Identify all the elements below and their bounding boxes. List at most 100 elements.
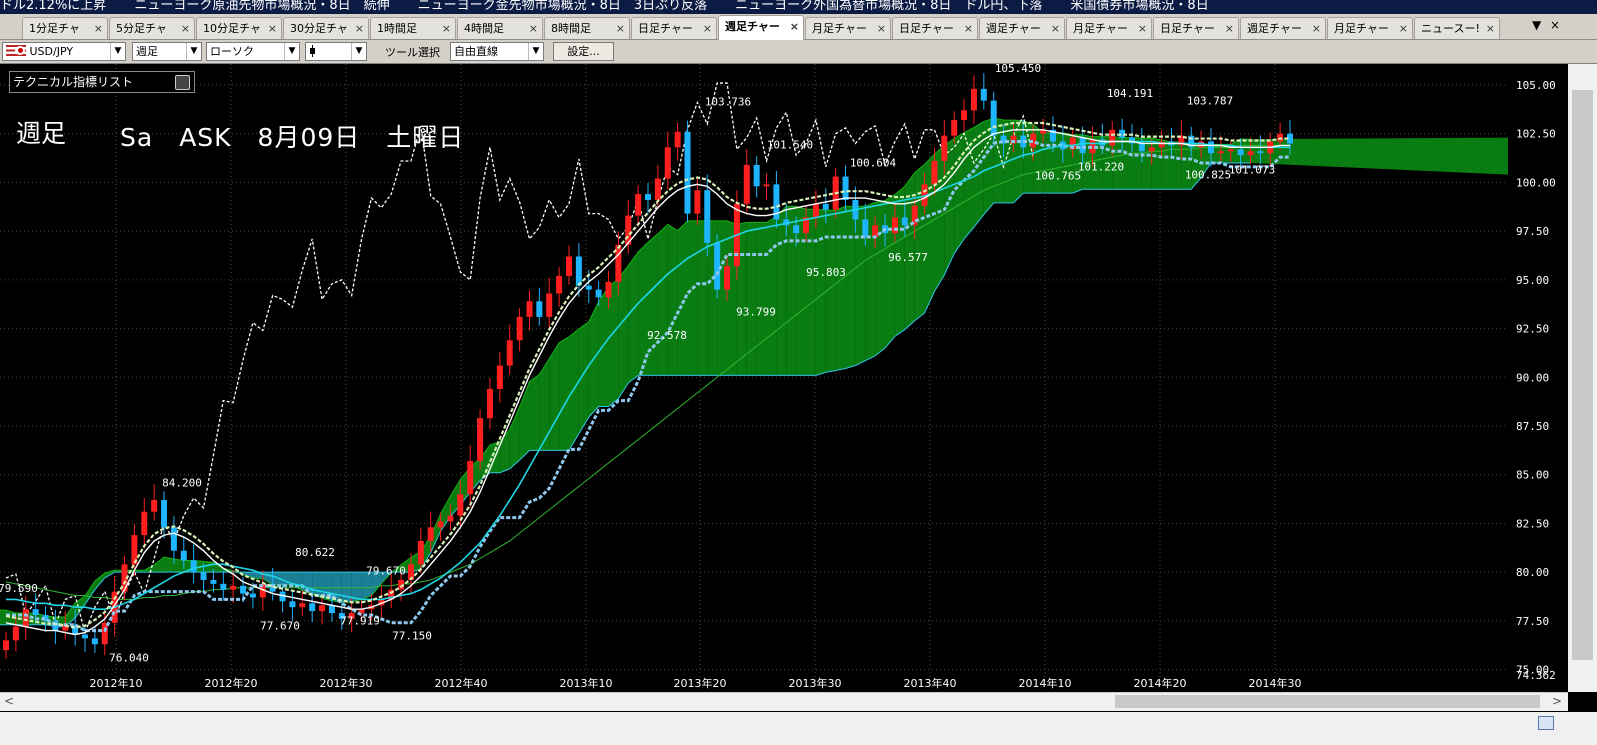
chart-tab[interactable]: 1時間足 × xyxy=(370,17,456,39)
candle-body xyxy=(457,494,464,516)
scroll-right-icon[interactable]: > xyxy=(1552,694,1562,708)
chart-tab[interactable]: 日足チャー × xyxy=(631,17,717,39)
ichimoku-cloud xyxy=(1013,120,1024,203)
scroll-left-icon[interactable]: < xyxy=(4,694,14,708)
chart-tab[interactable]: 8時間足 × xyxy=(544,17,630,39)
chart-tab[interactable]: 週足チャー × xyxy=(979,17,1065,39)
chart-period-title: 週足 xyxy=(16,119,67,148)
price-annotation: 84.200 xyxy=(162,476,202,489)
tab-label: 4時間足 xyxy=(464,22,504,35)
ticker-item[interactable]: ニューヨーク外国為替市場概況・8日 ドル円、下落 xyxy=(735,0,1042,13)
tool-value: 自由直線 xyxy=(454,45,498,58)
candle-body xyxy=(210,579,217,584)
price-chart[interactable]: 105.00 102.50 100.00 97.50 95.00 92.50 90.00 87… xyxy=(0,64,1568,692)
tab-label: 日足チャー xyxy=(1160,22,1215,35)
close-icon[interactable]: × xyxy=(790,16,799,37)
close-icon[interactable]: × xyxy=(964,18,973,39)
ticker-item[interactable]: ニューヨーク金先物市場概況・8日 3日ぶり反落 xyxy=(418,0,708,13)
symbol-select[interactable]: USD/JPY ▼ xyxy=(2,42,126,61)
price-annotation: 79.670 xyxy=(366,565,406,578)
chart-type-select[interactable]: ローソク ▼ xyxy=(206,42,300,61)
ichimoku-cloud xyxy=(549,342,560,451)
candle-body xyxy=(1207,141,1214,154)
tool-select[interactable]: 自由直線 ▼ xyxy=(450,42,544,61)
news-ticker[interactable]: ドル2.12%に上昇 ニューヨーク原油先物市場概況・8日 続伸 ニューヨーク金先物市… xyxy=(0,0,1597,14)
ichimoku-cloud xyxy=(618,265,629,399)
y-axis-tick-label: 97.50 xyxy=(1516,225,1549,238)
ticker-item[interactable]: ドル2.12%に上昇 xyxy=(0,0,106,13)
tab-label: 日足チャー xyxy=(638,22,693,35)
price-annotation: 92.578 xyxy=(647,329,687,342)
close-icon[interactable]: × xyxy=(94,18,103,39)
price-annotation: 101.073 xyxy=(1229,164,1275,177)
chart-tab[interactable]: 週足チャー × xyxy=(1240,17,1326,39)
candle-body xyxy=(309,603,316,612)
horizontal-scrollbar[interactable]: < > xyxy=(0,692,1568,711)
chart-tab[interactable]: 日足チャー × xyxy=(1153,17,1239,39)
candle-body xyxy=(299,603,306,608)
ichimoku-cloud xyxy=(875,200,886,356)
candle-body xyxy=(289,601,296,608)
chart-tab[interactable]: 30分足チャ × xyxy=(283,17,369,39)
price-annotation: 95.803 xyxy=(806,266,846,279)
candle-body xyxy=(990,100,997,136)
close-icon[interactable]: × xyxy=(1399,18,1408,39)
close-icon[interactable]: × xyxy=(1225,18,1234,39)
status-bar xyxy=(0,712,1597,745)
candle-body xyxy=(161,500,168,528)
chart-tab[interactable]: 月足チャー × xyxy=(1066,17,1152,39)
close-icon[interactable]: × xyxy=(703,18,712,39)
candle-body xyxy=(437,521,444,528)
scroll-thumb[interactable] xyxy=(1115,695,1540,708)
chart-tab[interactable]: 週足チャー × xyxy=(718,15,804,40)
period-select[interactable]: 週足 ▼ xyxy=(132,42,202,61)
close-icon[interactable]: × xyxy=(1550,18,1560,32)
close-icon[interactable]: × xyxy=(616,18,625,39)
ichimoku-cloud xyxy=(657,224,668,376)
ichimoku-cloud xyxy=(559,336,569,451)
candle-body xyxy=(931,160,938,185)
candle-body xyxy=(901,217,908,226)
chart-tab[interactable]: 10分足チャ × xyxy=(196,17,282,39)
close-icon[interactable]: × xyxy=(1051,18,1060,39)
ticker-item[interactable]: ニューヨーク原油先物市場概況・8日 続伸 xyxy=(134,0,389,13)
close-icon[interactable]: × xyxy=(877,18,886,39)
chart-tab[interactable]: 4時間足 × xyxy=(457,17,543,39)
x-axis-tick-label: 2013年10 xyxy=(560,676,613,690)
chart-tab-bar: 1分足チャ × 5分足チャ × 10分足チャ × 30分足チャ × 1時間足 × 4時間足 × 8時間足… xyxy=(0,14,1597,40)
close-icon[interactable]: × xyxy=(442,18,451,39)
candle-body xyxy=(200,572,207,580)
chevron-down-icon[interactable]: ▼ xyxy=(1532,18,1541,32)
chart-tab[interactable]: ニュースー! × xyxy=(1414,17,1500,39)
settings-button[interactable]: 設定... xyxy=(553,42,614,61)
scroll-thumb[interactable] xyxy=(1572,90,1593,660)
close-icon[interactable]: × xyxy=(181,18,190,39)
y-axis-tick-label: 77.50 xyxy=(1516,615,1549,628)
chart-tab[interactable]: 1分足チャ × xyxy=(22,17,108,39)
candle-body xyxy=(180,550,187,561)
window-toggle-icon[interactable] xyxy=(175,75,190,90)
candle-body xyxy=(82,634,89,639)
symbol-value: USD/JPY xyxy=(29,45,74,58)
close-icon[interactable]: × xyxy=(268,18,277,39)
vertical-scrollbar[interactable] xyxy=(1568,64,1597,692)
close-icon[interactable]: × xyxy=(1312,18,1321,39)
chevron-down-icon: ▼ xyxy=(110,43,125,60)
close-icon[interactable]: × xyxy=(1138,18,1147,39)
ticker-item[interactable]: 米国債券市場概況・8日 xyxy=(1070,0,1208,13)
chart-tab[interactable]: 月足チャー × xyxy=(805,17,891,39)
ichimoku-cloud xyxy=(598,287,609,407)
candle-body xyxy=(862,219,869,237)
x-axis-tick-label: 2012年30 xyxy=(320,676,373,690)
candle-body xyxy=(585,285,592,290)
close-icon[interactable]: × xyxy=(355,18,364,39)
chart-tab[interactable]: 月足チャー × xyxy=(1327,17,1413,39)
chart-toolbar: USD/JPY ▼ 週足 ▼ ローソク ▼ ▼ ツール選択 自由直線 ▼ 設定.… xyxy=(0,40,1597,64)
chart-tab[interactable]: 5分足チャ × xyxy=(109,17,195,39)
price-annotation: 101.220 xyxy=(1078,161,1124,174)
close-icon[interactable]: × xyxy=(529,18,538,39)
chart-tab[interactable]: 日足チャー × xyxy=(892,17,978,39)
line-style-select[interactable]: ▼ xyxy=(305,42,367,61)
close-icon[interactable]: × xyxy=(1486,18,1495,39)
indicator-list-panel[interactable]: テクニカル指標リスト xyxy=(9,71,195,93)
